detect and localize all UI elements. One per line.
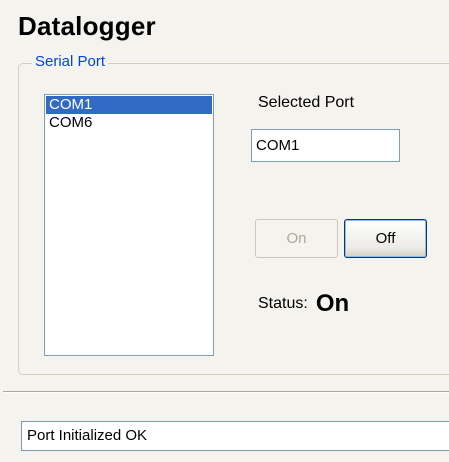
selected-port-label: Selected Port [258,94,355,111]
port-list-item-com6[interactable]: COM6 [46,114,212,132]
serial-port-group-label: Serial Port [32,53,109,71]
selected-port-field[interactable] [251,129,400,162]
port-listbox[interactable]: COM1 COM6 [44,94,214,356]
status-message-field: Port Initialized OK [21,421,449,451]
on-button[interactable]: On [255,219,338,258]
divider [3,391,449,393]
status-row: Status: On [258,289,349,319]
status-label: Status: [258,295,308,312]
port-list-item-com1[interactable]: COM1 [46,96,212,114]
off-button[interactable]: Off [344,219,427,258]
status-value: On [315,290,350,317]
app-title: Datalogger [18,11,156,41]
